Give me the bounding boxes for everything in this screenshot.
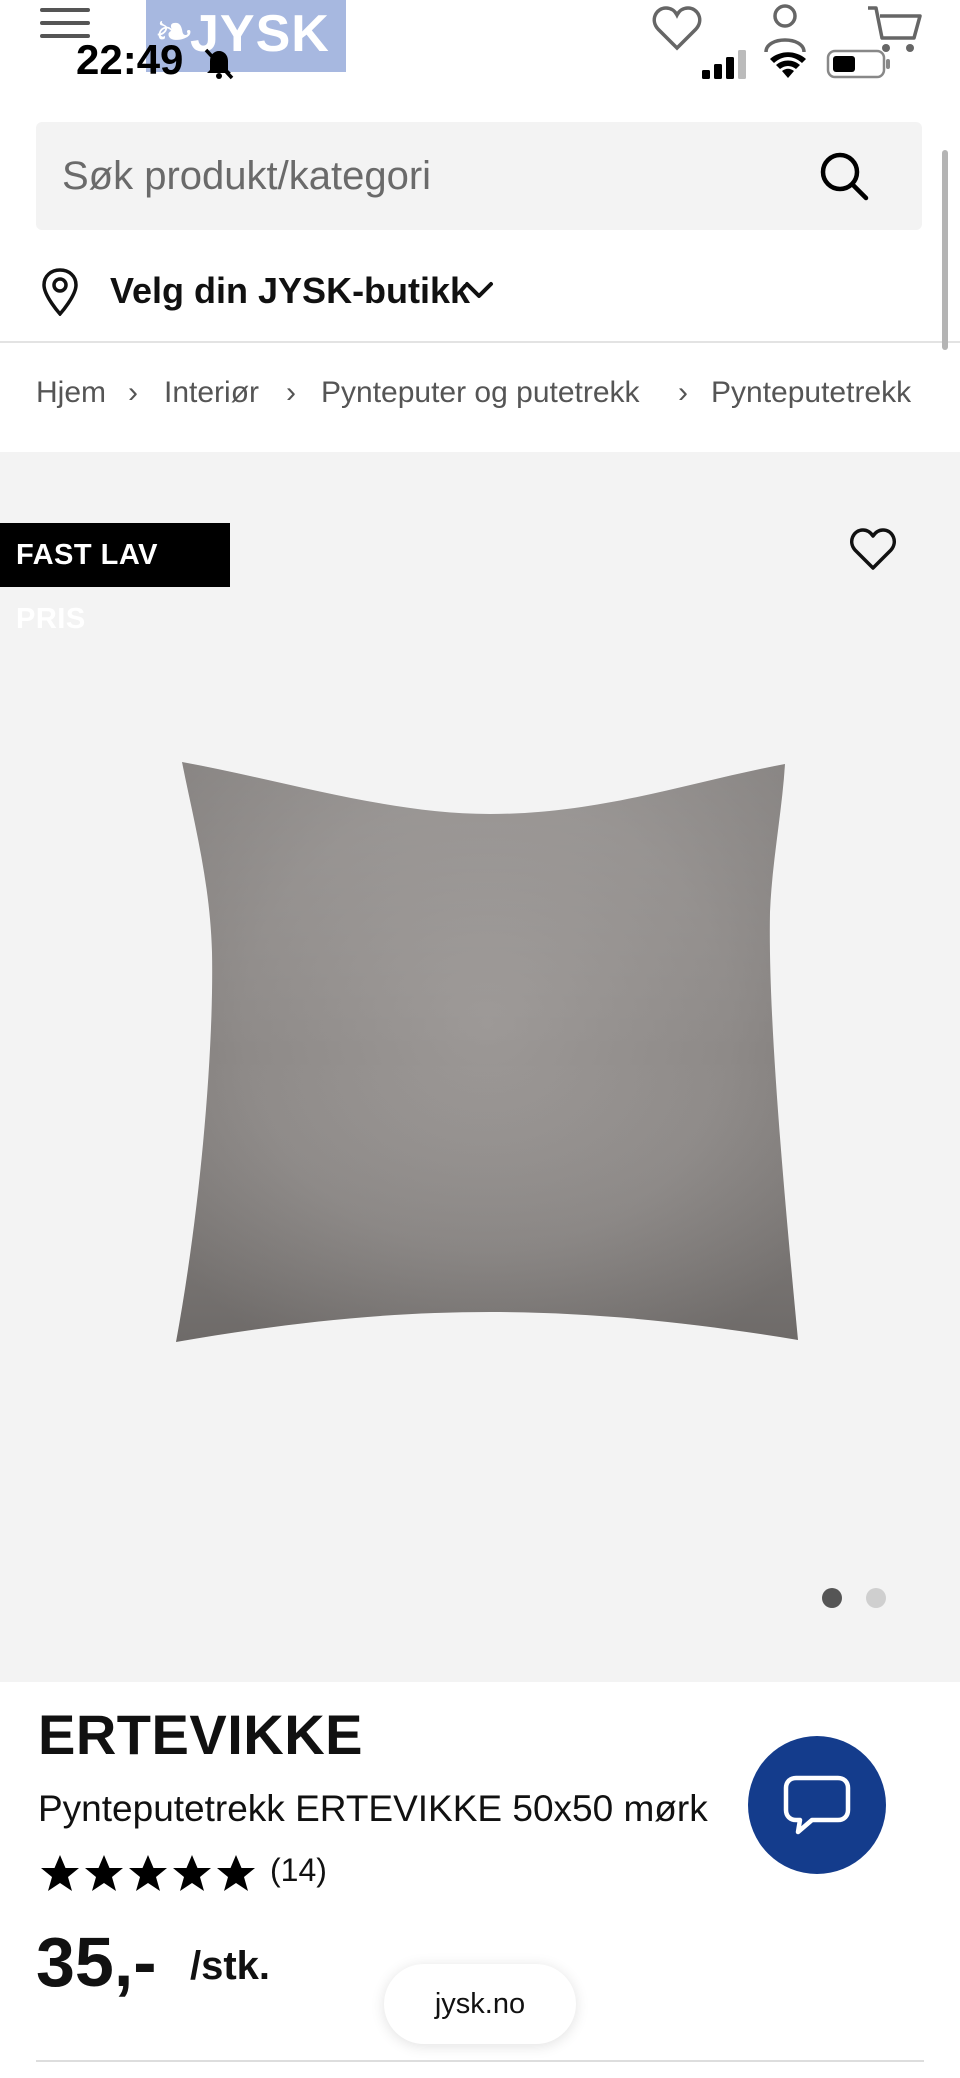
wifi-icon bbox=[770, 52, 806, 78]
pagination-dot[interactable] bbox=[866, 1588, 886, 1608]
bell-off-icon bbox=[204, 48, 234, 80]
breadcrumb-separator-icon: › bbox=[678, 376, 688, 409]
divider bbox=[36, 2060, 924, 2062]
rating-count[interactable]: (14) bbox=[270, 1852, 327, 1889]
breadcrumb-item-cushions[interactable]: Pynteputer og putetrekk bbox=[321, 376, 640, 410]
battery-icon bbox=[826, 49, 890, 79]
chat-bubble-icon bbox=[783, 1775, 851, 1835]
star-icon bbox=[129, 1855, 167, 1891]
status-time: 22:49 bbox=[76, 36, 184, 83]
gallery-pagination bbox=[820, 1588, 900, 1610]
price-badge: FAST LAV PRIS bbox=[0, 523, 230, 635]
product-brand: ERTEVIKKE bbox=[38, 1703, 363, 1766]
browser-url-pill[interactable]: jysk.no bbox=[384, 1964, 576, 2044]
breadcrumb-item-cushion-covers[interactable]: Pynteputetrekk bbox=[711, 376, 911, 410]
star-icon bbox=[173, 1855, 211, 1891]
wishlist-heart-icon[interactable] bbox=[848, 526, 898, 572]
divider bbox=[0, 341, 960, 343]
product-title: Pynteputetrekk ERTEVIKKE 50x50 mørk bbox=[38, 1788, 708, 1829]
product-gallery[interactable]: FAST LAV PRIS bbox=[0, 452, 960, 1682]
chat-button[interactable] bbox=[748, 1736, 886, 1874]
store-selector[interactable]: Velg din JYSK-butikk bbox=[36, 262, 636, 322]
product-image[interactable] bbox=[170, 752, 810, 1362]
star-icon bbox=[217, 1855, 255, 1891]
heart-icon[interactable] bbox=[652, 4, 702, 52]
signal-icon bbox=[702, 50, 746, 79]
breadcrumb-item-interior[interactable]: Interiør bbox=[164, 376, 259, 410]
site-header: ❧ JYSK 22:49 bbox=[0, 0, 960, 88]
store-selector-label: Velg din JYSK-butikk bbox=[110, 270, 471, 311]
star-icon bbox=[85, 1855, 123, 1891]
star-icon bbox=[41, 1855, 79, 1891]
price-unit: /stk. bbox=[190, 1944, 271, 1988]
chevron-down-icon bbox=[465, 282, 493, 298]
search-bar[interactable] bbox=[36, 122, 922, 230]
breadcrumb-separator-icon: › bbox=[128, 376, 138, 409]
pagination-dot-active[interactable] bbox=[822, 1588, 842, 1608]
product-price: 35,- bbox=[36, 1923, 157, 2001]
breadcrumb-item-home[interactable]: Hjem bbox=[36, 376, 106, 410]
scrollbar[interactable] bbox=[942, 150, 948, 350]
search-input[interactable] bbox=[62, 146, 762, 206]
search-icon[interactable] bbox=[818, 150, 870, 202]
location-pin-icon bbox=[42, 268, 78, 316]
breadcrumb-separator-icon: › bbox=[286, 376, 296, 409]
rating-stars[interactable] bbox=[38, 1852, 258, 1896]
